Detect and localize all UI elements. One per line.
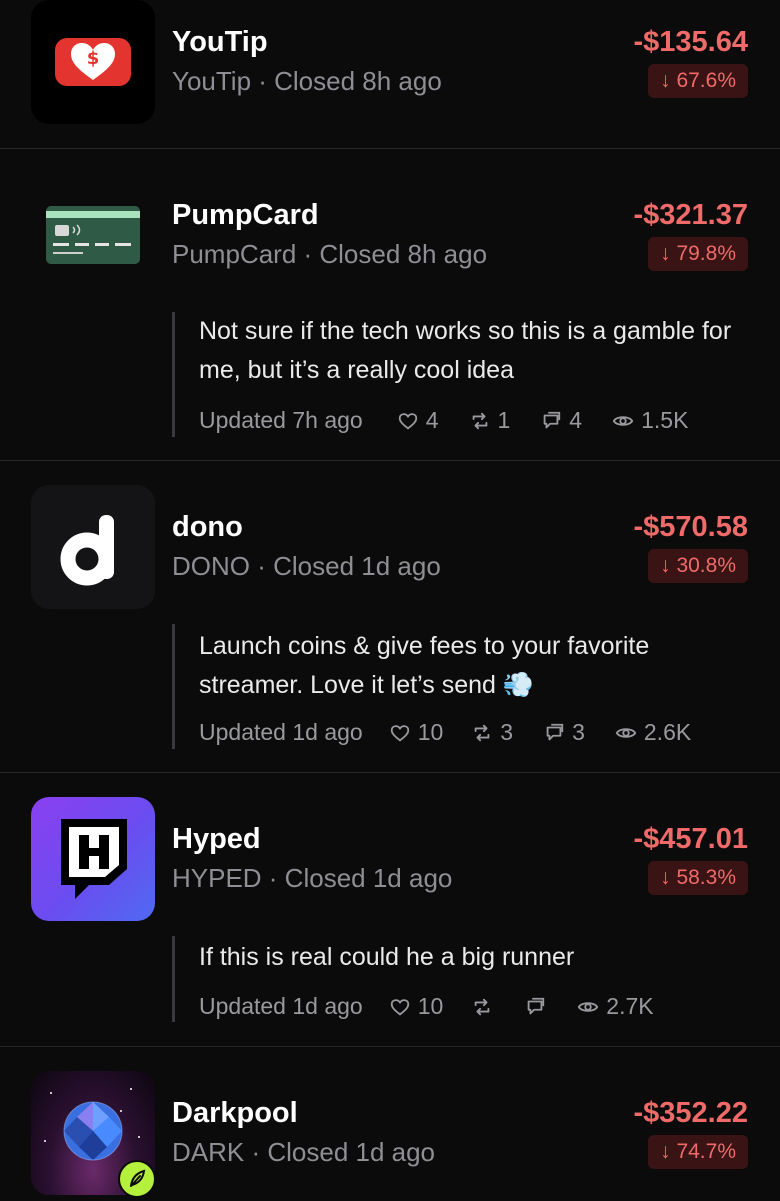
replies-stat[interactable]: 4 [540, 407, 582, 434]
token-meta: DARK · Closed 1d ago [172, 1137, 436, 1167]
credit-card-icon [46, 206, 140, 264]
letter-d-icon [60, 515, 114, 586]
pnl-percent-badge: ↓ 79.8% [648, 237, 748, 271]
comment-icon [543, 411, 561, 428]
views-stat: 1.5K [612, 407, 688, 434]
reposts-stat[interactable] [471, 996, 500, 1018]
eye-icon [578, 1001, 599, 1012]
likes-stat[interactable]: 4 [397, 407, 439, 434]
comment-text: If this is real could he a big runner [199, 943, 575, 971]
pnl-amount: -$135.64 [633, 26, 749, 58]
comment-quote-bar [172, 312, 175, 437]
likes-count: 10 [417, 993, 444, 1019]
twitch-h-icon [61, 819, 127, 899]
pnl-percent-badge: ↓ 58.3% [648, 861, 748, 895]
heart-icon [390, 998, 409, 1015]
pumpcard-logo [31, 173, 155, 297]
token-name: dono [172, 511, 243, 543]
pnl-amount: -$570.58 [633, 511, 749, 543]
leaf-badge [118, 1160, 156, 1198]
comment-quote-bar [172, 936, 175, 1022]
heart-dollar-icon: $ [55, 38, 131, 86]
updated-time: Updated 1d ago [199, 993, 363, 1019]
views-count: 2.6K [643, 719, 692, 745]
comment-stats: Updated 1d ago 10 2.7K [199, 993, 654, 1020]
token-meta: HYPED · Closed 1d ago [172, 863, 453, 893]
pnl-amount: -$352.22 [633, 1097, 749, 1129]
repost-icon [474, 724, 490, 741]
reposts-stat[interactable]: 1 [469, 407, 511, 434]
comment-text: Not sure if the tech works so this is a … [199, 317, 732, 384]
repost-icon [472, 412, 487, 429]
likes-stat[interactable]: 10 [389, 993, 444, 1020]
svg-text:$: $ [87, 48, 100, 69]
position-row[interactable]: dono DONO · Closed 1d ago -$570.58 ↓ 30.… [0, 461, 780, 772]
reposts-count: 3 [500, 719, 514, 745]
token-meta: DONO · Closed 1d ago [172, 551, 441, 581]
comment-stats: Updated 7h ago 4 1 4 1.5K [199, 407, 688, 434]
eye-icon [615, 727, 637, 738]
comment-stats: Updated 1d ago 10 3 3 2.6K [199, 719, 691, 746]
token-name: Darkpool [172, 1097, 298, 1129]
eye-icon [612, 415, 634, 426]
token-meta: PumpCard · Closed 8h ago [172, 239, 488, 269]
views-stat: 2.7K [577, 993, 654, 1020]
updated-time: Updated 1d ago [199, 719, 363, 745]
views-count: 2.7K [606, 993, 654, 1019]
token-name: Hyped [172, 823, 261, 855]
reposts-count: 1 [497, 407, 511, 433]
token-meta: YouTip · Closed 8h ago [172, 66, 442, 96]
pnl-amount: -$321.37 [633, 199, 749, 231]
token-name: YouTip [172, 26, 268, 58]
updated-time: Updated 7h ago [199, 407, 363, 433]
dono-logo [31, 485, 155, 609]
repost-icon [474, 998, 490, 1015]
position-row[interactable]: PumpCard PumpCard · Closed 8h ago -$321.… [0, 149, 780, 460]
token-name: PumpCard [172, 199, 319, 231]
reposts-stat[interactable]: 3 [471, 719, 513, 746]
views-stat: 2.6K [615, 719, 691, 746]
likes-stat[interactable]: 10 [389, 719, 444, 746]
feather-icon [130, 1169, 146, 1187]
replies-stat[interactable]: 3 [543, 719, 585, 746]
likes-count: 4 [425, 407, 439, 433]
pnl-percent-badge: ↓ 74.7% [648, 1135, 748, 1169]
position-row[interactable]: Darkpool DARK · Closed 1d ago -$352.22 ↓… [0, 1047, 780, 1200]
likes-count: 10 [417, 719, 444, 745]
views-count: 1.5K [641, 407, 689, 433]
youtip-logo: $ [31, 0, 155, 124]
hyped-logo [31, 797, 155, 921]
comment-text: Launch coins & give fees to your favorit… [199, 632, 650, 699]
pnl-percent-badge: ↓ 67.6% [648, 64, 748, 98]
replies-stat[interactable] [524, 996, 553, 1018]
comment-icon [546, 723, 564, 740]
comment-quote-bar [172, 624, 175, 749]
pnl-amount: -$457.01 [633, 823, 749, 855]
position-row[interactable]: $ YouTip YouTip · Closed 8h ago -$135.64… [0, 0, 780, 148]
heart-icon [390, 724, 409, 741]
position-row[interactable]: Hyped HYPED · Closed 1d ago -$457.01 ↓ 5… [0, 773, 780, 1046]
replies-count: 4 [569, 407, 583, 433]
comment-icon [527, 997, 545, 1014]
replies-count: 3 [572, 719, 585, 745]
pnl-percent-badge: ↓ 30.8% [648, 549, 748, 583]
heart-icon [398, 412, 417, 429]
